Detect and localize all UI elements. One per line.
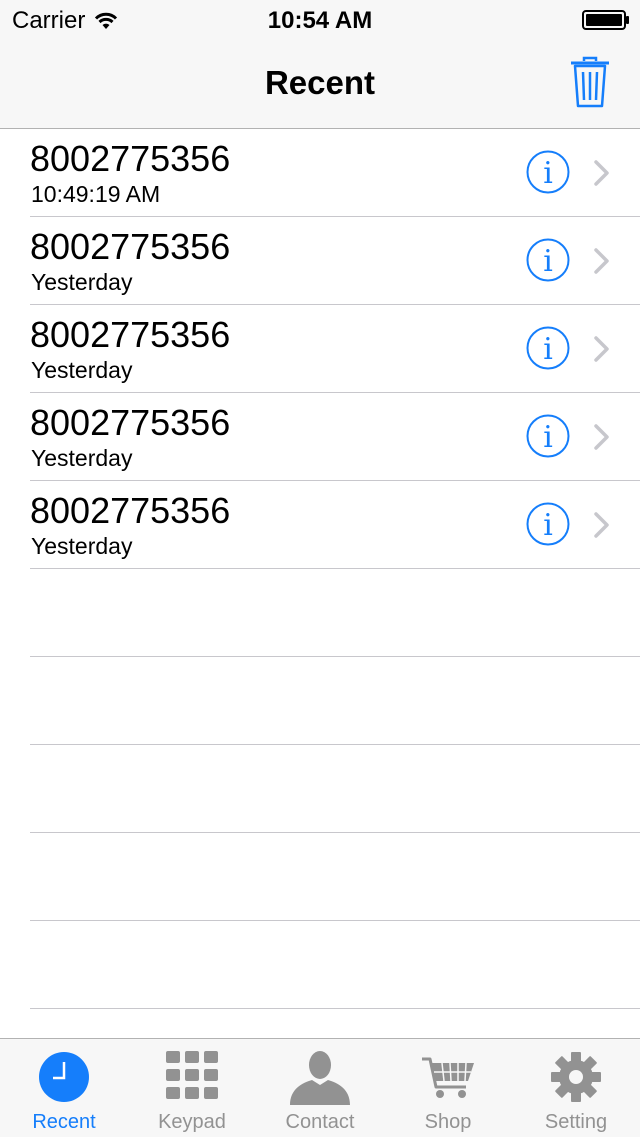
call-time: Yesterday	[31, 533, 133, 559]
empty-row	[30, 833, 640, 921]
tab-label: Contact	[285, 1111, 355, 1133]
info-button[interactable]: i	[526, 150, 570, 194]
info-button[interactable]: i	[526, 326, 570, 370]
tab-setting[interactable]: Setting	[512, 1039, 640, 1137]
info-icon: i	[526, 502, 570, 546]
call-time: Yesterday	[31, 357, 133, 383]
svg-text:i: i	[543, 332, 553, 367]
chevron-right-icon	[594, 512, 609, 538]
info-icon: i	[526, 150, 570, 194]
info-button[interactable]: i	[526, 238, 570, 282]
tab-label: Keypad	[158, 1111, 226, 1133]
svg-text:i: i	[543, 156, 553, 191]
info-icon: i	[526, 414, 570, 458]
tab-label: Shop	[424, 1111, 472, 1133]
delete-all-button[interactable]	[568, 55, 612, 111]
svg-text:i: i	[543, 508, 553, 543]
phone-number: 8002775356	[30, 490, 231, 531]
empty-row	[30, 921, 640, 1009]
cart-icon	[422, 1057, 474, 1098]
trash-icon	[571, 56, 609, 108]
table-row[interactable]: 8002775356 Yesterday i	[30, 481, 640, 569]
info-button[interactable]: i	[526, 502, 570, 546]
table-row[interactable]: 8002775356 Yesterday i	[30, 305, 640, 393]
table-row[interactable]: 8002775356 Yesterday i	[30, 393, 640, 481]
tab-label: Setting	[544, 1111, 608, 1133]
info-button[interactable]: i	[526, 414, 570, 458]
empty-row	[30, 657, 640, 745]
tab-recent[interactable]: Recent	[0, 1039, 128, 1137]
phone-number: 8002775356	[30, 138, 231, 179]
status-bar: Carrier 10:54 AM	[0, 0, 640, 40]
call-time: Yesterday	[31, 445, 133, 471]
table-row[interactable]: 8002775356 10:49:19 AM i	[30, 129, 640, 217]
tab-label: Recent	[32, 1111, 96, 1133]
person-icon	[290, 1051, 350, 1105]
tab-keypad[interactable]: Keypad	[128, 1039, 256, 1137]
svg-text:i: i	[543, 244, 553, 279]
empty-row	[30, 745, 640, 833]
navigation-bar: Recent	[0, 40, 640, 129]
info-icon: i	[526, 238, 570, 282]
keypad-icon	[166, 1051, 218, 1099]
recent-calls-list: 8002775356 10:49:19 AM i 8002775356 Yest…	[0, 129, 640, 1009]
clock-icon	[39, 1052, 89, 1102]
tab-contact[interactable]: Contact	[256, 1039, 384, 1137]
phone-number: 8002775356	[30, 226, 231, 267]
battery-icon	[582, 10, 629, 30]
page-title: Recent	[264, 64, 376, 101]
chevron-right-icon	[594, 248, 609, 274]
tab-bar: Recent Keypad Contact Shop Setting	[0, 1038, 640, 1137]
tab-shop[interactable]: Shop	[384, 1039, 512, 1137]
svg-text:i: i	[543, 420, 553, 455]
call-time: 10:49:19 AM	[31, 181, 161, 207]
call-time: Yesterday	[31, 269, 133, 295]
status-time: 10:54 AM	[267, 7, 373, 34]
chevron-right-icon	[594, 160, 609, 186]
chevron-right-icon	[594, 336, 609, 362]
gear-icon	[551, 1052, 601, 1102]
info-icon: i	[526, 326, 570, 370]
chevron-right-icon	[594, 424, 609, 450]
phone-number: 8002775356	[30, 314, 231, 355]
phone-number: 8002775356	[30, 402, 231, 443]
empty-row	[30, 569, 640, 657]
table-row[interactable]: 8002775356 Yesterday i	[30, 217, 640, 305]
